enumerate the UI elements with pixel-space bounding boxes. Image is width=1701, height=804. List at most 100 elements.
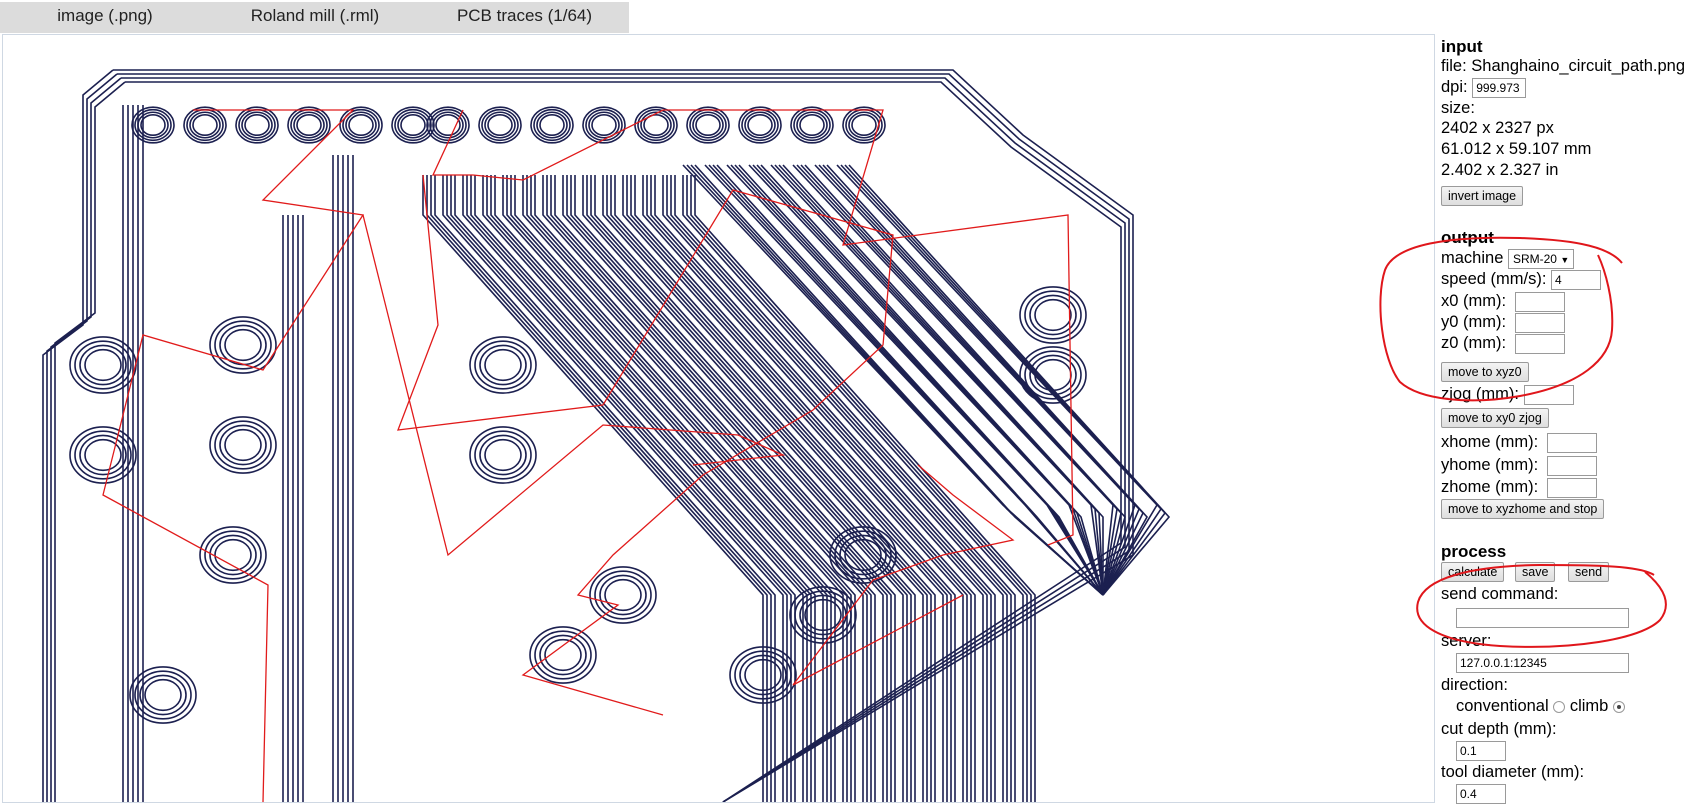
toolpath-trace: [686, 175, 1028, 802]
toolpath-pad: [695, 114, 721, 137]
toolpath-trace: [694, 175, 1036, 802]
toolpath-pad: [244, 114, 270, 137]
toolpath-pad: [796, 111, 828, 139]
toolpath-trace: [594, 175, 936, 802]
tab-image-png[interactable]: image (.png): [0, 2, 210, 33]
toolpath-pad: [79, 344, 127, 386]
send-button[interactable]: send: [1568, 562, 1610, 582]
x0-input[interactable]: [1514, 292, 1565, 312]
speed-row: speed (mm/s):: [1441, 269, 1602, 290]
toolpath-pad: [604, 578, 642, 612]
machine-row: machine SRM-20 ▼: [1441, 248, 1575, 269]
x0-row: x0 (mm):: [1441, 291, 1565, 312]
zhome-input[interactable]: [1546, 478, 1597, 498]
move-to-xyzhome-button[interactable]: move to xyzhome and stop: [1441, 499, 1605, 519]
y0-row: y0 (mm):: [1441, 312, 1565, 333]
toolpath-pad: [189, 111, 221, 139]
machine-label: machine: [1441, 249, 1504, 267]
toolpath-pad: [599, 574, 647, 616]
tool-diameter-label: tool diameter (mm):: [1441, 763, 1585, 781]
toolpath-outline: [50, 77, 122, 802]
toolpath-trace: [674, 175, 1016, 802]
server-label: server:: [1441, 632, 1492, 650]
toolpath-pad: [474, 430, 532, 480]
toolpath-pad: [799, 114, 825, 137]
jog-path: [102, 109, 365, 802]
tab-pcb-traces[interactable]: PCB traces (1/64): [420, 2, 629, 33]
toolpath-view: [42, 69, 1171, 802]
z0-input[interactable]: [1514, 334, 1565, 354]
cut-depth-label: cut depth (mm):: [1441, 720, 1557, 738]
output-heading: output: [1441, 228, 1494, 247]
zhome-row: zhome (mm):: [1441, 477, 1597, 498]
toolpath-pad: [224, 428, 262, 462]
save-button[interactable]: save: [1515, 562, 1556, 582]
machine-select[interactable]: SRM-20 ▼: [1507, 248, 1575, 269]
zjog-label: zjog (mm):: [1441, 385, 1519, 403]
move-to-xy0-zjog-button[interactable]: move to xy0 zjog: [1441, 408, 1549, 428]
toolpath-outline: [54, 81, 126, 802]
toolpath-pad: [296, 114, 322, 137]
toolpath-pad: [851, 114, 877, 137]
input-heading: input: [1441, 37, 1483, 56]
toolpath-pad: [241, 111, 273, 139]
toolpath-trace: [474, 175, 816, 802]
direction-options: conventional climb: [1456, 696, 1625, 717]
toolpath-canvas[interactable]: [2, 34, 1435, 803]
y0-input[interactable]: [1514, 313, 1565, 333]
calculate-button[interactable]: calculate: [1441, 562, 1505, 582]
tool-diameter-input[interactable]: [1456, 784, 1506, 804]
toolpath-pad: [192, 114, 218, 137]
toolpath-pad: [848, 111, 880, 139]
toolpath-pad: [744, 111, 776, 139]
toolpath-pad: [536, 111, 568, 139]
toolpath-pad: [487, 114, 513, 137]
process-heading: process: [1441, 542, 1507, 561]
toolpath-pad: [591, 114, 617, 137]
x0-label: x0 (mm):: [1441, 292, 1507, 310]
conventional-radio[interactable]: [1553, 700, 1566, 713]
move-to-xyz0-button[interactable]: move to xyz0: [1441, 362, 1529, 382]
toolpath-trace: [666, 175, 1008, 802]
yhome-row: yhome (mm):: [1441, 455, 1597, 476]
toolpath-pad: [1024, 290, 1082, 340]
toolpath-pad: [144, 678, 182, 712]
server-input[interactable]: [1456, 653, 1629, 673]
zhome-label: zhome (mm):: [1441, 478, 1539, 496]
speed-label: speed (mm/s):: [1441, 270, 1547, 288]
xhome-row: xhome (mm):: [1441, 432, 1597, 453]
climb-radio[interactable]: [1612, 700, 1625, 713]
toolpath-trace: [554, 175, 896, 802]
toolpath-pad: [140, 114, 166, 137]
toolpath-pad: [747, 114, 773, 137]
toolpath-pad: [474, 340, 532, 390]
zjog-input[interactable]: [1523, 385, 1574, 405]
xhome-input[interactable]: [1546, 433, 1597, 453]
toolpath-trace: [778, 164, 1104, 596]
toolpath-pad: [219, 324, 267, 366]
invert-image-button[interactable]: invert image: [1441, 186, 1524, 206]
size-in: 2.402 x 2.327 in: [1441, 161, 1559, 179]
send-command-input[interactable]: [1456, 608, 1629, 628]
yhome-input[interactable]: [1546, 456, 1597, 476]
dropdown-arrow-icon: ▼: [1560, 254, 1570, 265]
machine-value: SRM-20: [1512, 251, 1557, 266]
toolpath-pad: [484, 111, 516, 139]
toolpath-pad: [594, 570, 652, 620]
toolpath-pad: [209, 534, 257, 576]
send-command-label: send command:: [1441, 585, 1559, 603]
toolpath-pad: [219, 424, 267, 466]
xhome-label: xhome (mm):: [1441, 433, 1539, 451]
size-mm: 61.012 x 59.107 mm: [1441, 140, 1592, 158]
toolpath-trace: [574, 175, 916, 802]
toolpath-pad: [1034, 298, 1072, 332]
toolpath-trace: [670, 175, 1012, 802]
tab-roland-mill[interactable]: Roland mill (.rml): [210, 2, 420, 33]
speed-input[interactable]: [1551, 270, 1602, 290]
cut-depth-input[interactable]: [1456, 741, 1506, 761]
dpi-input[interactable]: [1472, 78, 1527, 98]
dpi-label: dpi:: [1441, 78, 1468, 96]
size-label: size:: [1441, 99, 1475, 117]
toolpath-pad: [640, 111, 672, 139]
climb-label: climb: [1569, 697, 1609, 715]
